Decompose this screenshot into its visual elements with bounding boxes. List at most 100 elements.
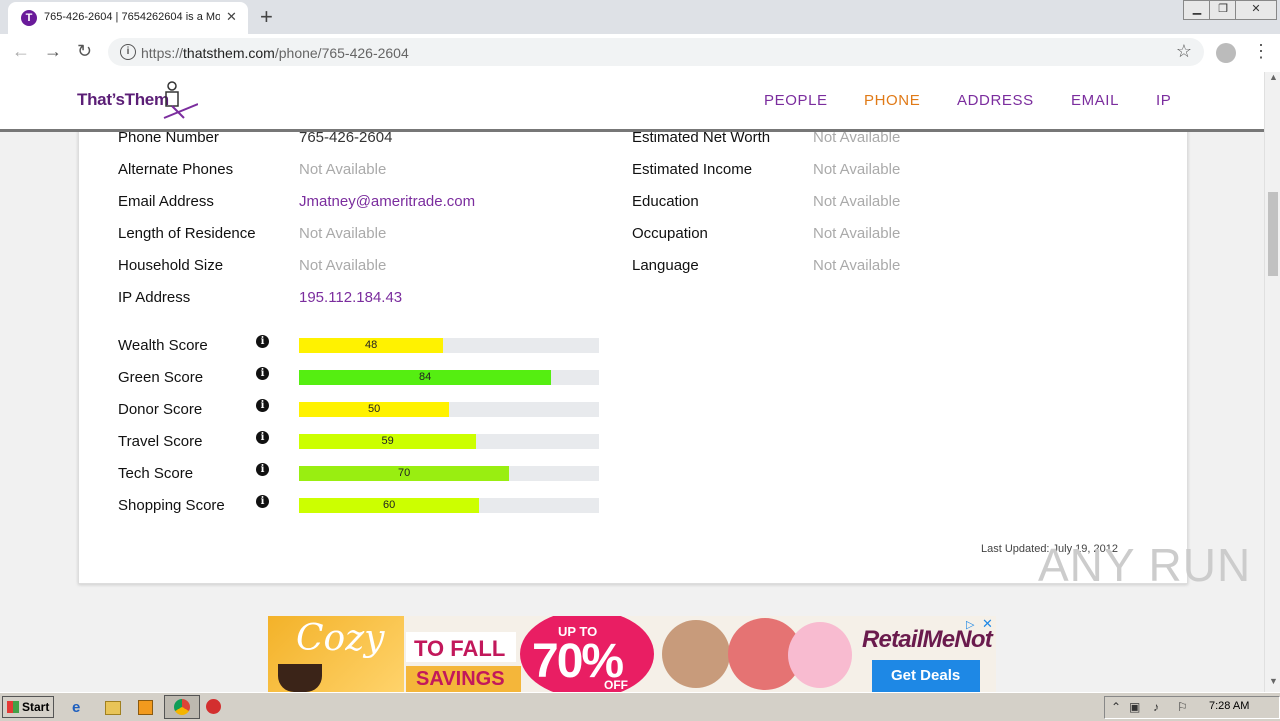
- start-button[interactable]: Start: [2, 696, 54, 718]
- scroll-down-icon[interactable]: ▼: [1269, 676, 1278, 686]
- score-label: Green Score: [118, 369, 204, 386]
- detail-label: Occupation: [632, 225, 708, 242]
- info-icon[interactable]: i: [256, 431, 269, 444]
- ad-savings-box: SAVINGS: [406, 666, 521, 692]
- windows-flag-icon: [7, 701, 19, 713]
- email-link[interactable]: Jmatney@ameritrade.com: [299, 193, 475, 210]
- taskbar-clock[interactable]: 7:28 AM: [1209, 700, 1249, 712]
- folder-icon[interactable]: [105, 701, 121, 715]
- score-value: 70: [398, 467, 411, 479]
- ad-cta-label: Get Deals: [891, 667, 961, 684]
- anyrun-watermark: ANY RUN: [1038, 539, 1252, 591]
- restore-icon[interactable]: ❐: [1209, 0, 1237, 20]
- detail-label: IP Address: [118, 289, 191, 306]
- score-bar: 70: [299, 466, 599, 481]
- tab-close-icon[interactable]: ✕: [226, 9, 237, 25]
- minimize-icon[interactable]: ▁: [1183, 0, 1211, 20]
- nav-address[interactable]: ADDRESS: [957, 92, 1034, 109]
- info-icon[interactable]: i: [256, 367, 269, 380]
- score-value: 60: [383, 499, 396, 511]
- browser-tab[interactable]: T 765-426-2604 | 7654262604 is a Mo ✕: [8, 2, 248, 34]
- site-info-icon[interactable]: i: [120, 44, 136, 60]
- page-viewport: That’sThem PEOPLE PHONE ADDRESS EMAIL IP…: [0, 72, 1264, 692]
- score-value: 50: [368, 403, 381, 415]
- browser-toolbar: ← → ↻ i https://thatsthem.com/phone/765-…: [0, 34, 1280, 73]
- score-label: Wealth Score: [118, 337, 208, 354]
- new-tab-icon[interactable]: +: [260, 4, 273, 30]
- chrome-icon: [174, 699, 190, 715]
- info-icon[interactable]: i: [256, 399, 269, 412]
- info-icon[interactable]: i: [256, 495, 269, 508]
- detail-label: Length of Residence: [118, 225, 256, 242]
- nav-people[interactable]: PEOPLE: [764, 92, 828, 109]
- url-text[interactable]: https://thatsthem.com/phone/765-426-2604: [141, 45, 409, 61]
- detail-value: Not Available: [299, 257, 387, 274]
- logo-mascot-icon: [163, 81, 198, 119]
- system-tray: ⌃ ▣ ♪ ⚐ 7:28 AM: [1104, 696, 1280, 719]
- result-card: Phone Number 765-426-2604 Alternate Phon…: [78, 92, 1188, 584]
- score-bar: 59: [299, 434, 599, 449]
- detail-label: Household Size: [118, 257, 224, 274]
- ad-banner[interactable]: Cozy TO FALL SAVINGS UP TO 70% OFF Retai…: [268, 616, 996, 692]
- volume-icon[interactable]: ♪: [1153, 700, 1159, 714]
- ad-get-deals-button[interactable]: Get Deals: [872, 660, 980, 692]
- start-label: Start: [22, 700, 50, 714]
- back-icon[interactable]: ←: [12, 41, 30, 62]
- detail-value: Not Available: [813, 161, 901, 178]
- ad-cozy-text: Cozy: [296, 618, 385, 659]
- internet-explorer-icon[interactable]: e: [72, 699, 88, 716]
- forward-icon[interactable]: →: [44, 41, 62, 62]
- bookmark-star-icon[interactable]: ☆: [1176, 41, 1192, 62]
- ad-tofall-text: TO FALL: [414, 636, 506, 661]
- account-avatar-icon[interactable]: [1216, 43, 1236, 63]
- nav-email[interactable]: EMAIL: [1071, 92, 1119, 109]
- detail-value: Not Available: [299, 161, 387, 178]
- stop-icon[interactable]: [206, 699, 221, 714]
- ad-product-image: [788, 622, 852, 688]
- scroll-up-icon[interactable]: ▲: [1269, 72, 1278, 82]
- detail-label: Email Address: [118, 193, 214, 210]
- chrome-taskbar-button[interactable]: [164, 695, 200, 719]
- page-scrollbar[interactable]: ▲ ▼: [1264, 72, 1280, 692]
- reload-icon[interactable]: ↻: [77, 41, 92, 62]
- adchoices-icon[interactable]: ▷: [966, 618, 974, 631]
- ad-off-text: OFF: [604, 678, 628, 692]
- score-bar: 50: [299, 402, 599, 417]
- score-label: Travel Score: [118, 433, 203, 450]
- info-icon[interactable]: i: [256, 463, 269, 476]
- address-bar[interactable]: i https://thatsthem.com/phone/765-426-26…: [108, 38, 1204, 66]
- tab-title: 765-426-2604 | 7654262604 is a Mo: [44, 11, 220, 23]
- score-bar: 48: [299, 338, 599, 353]
- tab-strip: T 765-426-2604 | 7654262604 is a Mo ✕ + …: [0, 0, 1280, 34]
- nav-ip[interactable]: IP: [1156, 92, 1171, 109]
- score-bar: 60: [299, 498, 599, 513]
- ip-address-link[interactable]: 195.112.184.43: [299, 289, 402, 306]
- tray-expand-icon[interactable]: ⌃: [1111, 700, 1121, 714]
- detail-value: Not Available: [813, 225, 901, 242]
- ad-savings-text: SAVINGS: [416, 668, 505, 690]
- window-close-icon[interactable]: ✕: [1235, 0, 1277, 20]
- score-label: Donor Score: [118, 401, 203, 418]
- detail-label: Alternate Phones: [118, 161, 234, 178]
- score-label: Shopping Score: [118, 497, 225, 514]
- site-header: That’sThem PEOPLE PHONE ADDRESS EMAIL IP: [0, 72, 1264, 132]
- score-bar: 84: [299, 370, 599, 385]
- ad-close-icon[interactable]: ✕: [982, 616, 993, 632]
- media-player-icon[interactable]: [138, 700, 153, 715]
- action-center-flag-icon[interactable]: ⚐: [1177, 700, 1188, 714]
- network-icon[interactable]: ▣: [1129, 700, 1140, 714]
- detail-value: Not Available: [813, 257, 901, 274]
- coffee-cup-icon: [278, 664, 322, 692]
- ad-cozy-panel: Cozy: [268, 616, 404, 692]
- info-icon[interactable]: i: [256, 335, 269, 348]
- scroll-thumb[interactable]: [1268, 192, 1278, 276]
- browser-menu-icon[interactable]: ⋮: [1252, 41, 1270, 62]
- detail-value: Not Available: [813, 193, 901, 210]
- detail-value: Not Available: [299, 225, 387, 242]
- taskbar: Start e ⌃ ▣ ♪ ⚐ 7:28 AM: [0, 692, 1280, 721]
- detail-label: Estimated Income: [632, 161, 753, 178]
- ad-tofall-box: TO FALL: [406, 632, 516, 662]
- score-value: 48: [365, 339, 378, 351]
- score-label: Tech Score: [118, 465, 194, 482]
- nav-phone[interactable]: PHONE: [864, 92, 920, 109]
